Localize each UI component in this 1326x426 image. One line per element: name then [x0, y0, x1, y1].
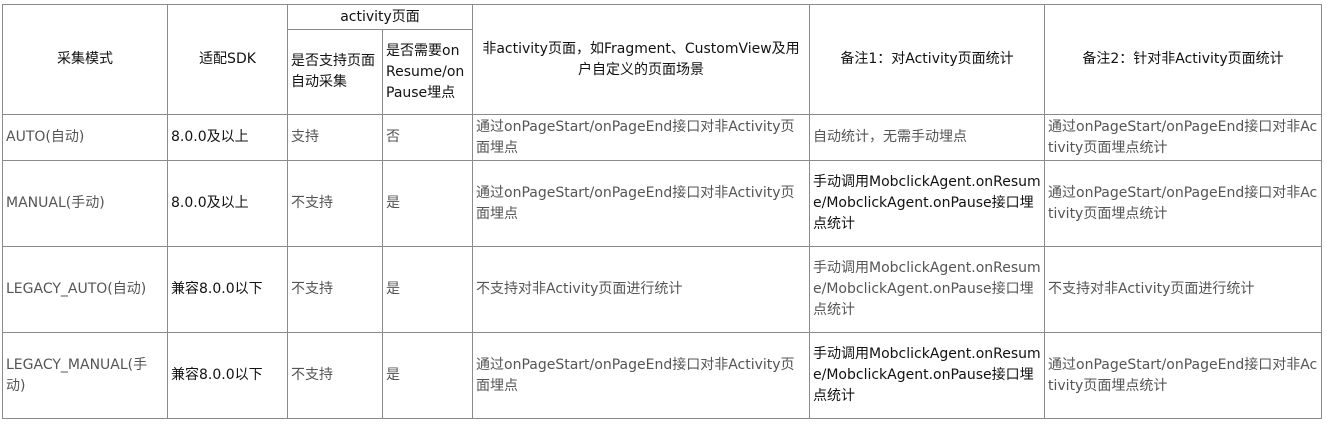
cell-mode: AUTO(自动) — [2, 114, 168, 161]
cell-note1: 手动调用MobclickAgent.onResume/MobclickAgent… — [809, 246, 1046, 333]
cell-non-activity: 不支持对非Activity页面进行统计 — [472, 246, 811, 333]
cell-note1: 手动调用MobclickAgent.onResume/MobclickAgent… — [809, 332, 1046, 419]
cell-sdk: 8.0.0及以上 — [167, 160, 288, 247]
cell-auto-collect: 支持 — [287, 114, 383, 161]
header-note2: 备注2：针对非Activity页面统计 — [1044, 4, 1323, 115]
cell-need-manual: 是 — [381, 332, 474, 419]
header-non-activity: 非activity页面，如Fragment、CustomView及用户自定义的页… — [472, 4, 811, 115]
cell-need-manual: 是 — [381, 246, 474, 333]
cell-sdk: 兼容8.0.0以下 — [167, 332, 288, 419]
cell-non-activity: 通过onPageStart/onPageEnd接口对非Activity页面埋点 — [472, 332, 811, 419]
cell-auto-collect: 不支持 — [287, 246, 383, 333]
cell-note2: 不支持对非Activity页面进行统计 — [1044, 246, 1323, 333]
cell-sdk: 兼容8.0.0以下 — [167, 246, 288, 333]
cell-note2: 通过onPageStart/onPageEnd接口对非Activity页面埋点统… — [1044, 332, 1323, 419]
cell-note1: 自动统计，无需手动埋点 — [809, 114, 1046, 161]
header-auto-collect: 是否支持页面自动采集 — [287, 29, 383, 115]
cell-note1: 手动调用MobclickAgent.onResume/MobclickAgent… — [809, 160, 1046, 247]
cell-need-manual: 否 — [381, 114, 474, 161]
header-sdk: 适配SDK — [167, 4, 288, 115]
header-row-1: 采集模式 适配SDK activity页面 非activity页面，如Fragm… — [2, 4, 1323, 115]
cell-note2: 通过onPageStart/onPageEnd接口对非Activity页面埋点统… — [1044, 160, 1323, 247]
cell-need-manual: 是 — [381, 160, 474, 247]
cell-mode: LEGACY_AUTO(自动) — [2, 246, 168, 333]
table-row: MANUAL(手动) 8.0.0及以上 不支持 是 通过onPageStart/… — [2, 160, 1323, 247]
table-row: AUTO(自动) 8.0.0及以上 支持 否 通过onPageStart/onP… — [2, 114, 1323, 161]
table-row: LEGACY_MANUAL(手动) 兼容8.0.0以下 不支持 是 通过onPa… — [2, 332, 1323, 419]
cell-note2: 通过onPageStart/onPageEnd接口对非Activity页面埋点统… — [1044, 114, 1323, 161]
cell-auto-collect: 不支持 — [287, 332, 383, 419]
cell-sdk: 8.0.0及以上 — [167, 114, 288, 161]
header-activity-group: activity页面 — [286, 4, 474, 30]
header-note1: 备注1：对Activity页面统计 — [809, 4, 1046, 115]
cell-non-activity: 通过onPageStart/onPageEnd接口对非Activity页面埋点 — [472, 114, 811, 161]
collection-mode-table: 采集模式 适配SDK activity页面 非activity页面，如Fragm… — [2, 4, 1323, 419]
cell-non-activity: 通过onPageStart/onPageEnd接口对非Activity页面埋点 — [472, 160, 811, 247]
cell-mode: LEGACY_MANUAL(手动) — [2, 332, 168, 419]
cell-mode: MANUAL(手动) — [2, 160, 168, 247]
header-need-manual: 是否需要onResume/onPause埋点 — [381, 29, 474, 115]
cell-auto-collect: 不支持 — [287, 160, 383, 247]
header-mode: 采集模式 — [2, 4, 168, 115]
table-row: LEGACY_AUTO(自动) 兼容8.0.0以下 不支持 是 不支持对非Act… — [2, 246, 1323, 333]
